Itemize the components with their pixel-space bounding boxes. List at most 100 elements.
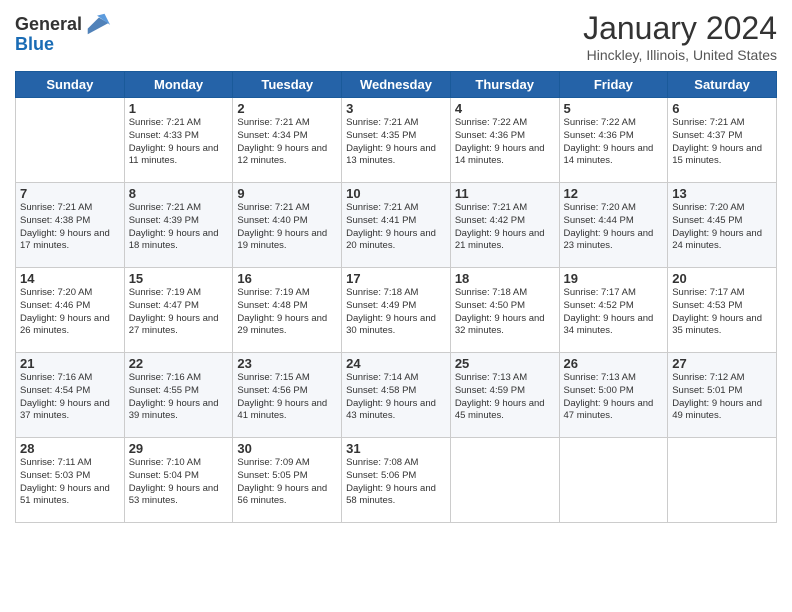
day-header-thursday: Thursday [450, 72, 559, 98]
day-number: 20 [672, 271, 772, 286]
day-number: 14 [20, 271, 120, 286]
calendar-cell: 6Sunrise: 7:21 AMSunset: 4:37 PMDaylight… [668, 98, 777, 183]
calendar-cell: 20Sunrise: 7:17 AMSunset: 4:53 PMDayligh… [668, 268, 777, 353]
cell-info: Sunrise: 7:19 AMSunset: 4:48 PMDaylight:… [237, 287, 337, 338]
cell-info: Sunrise: 7:17 AMSunset: 4:53 PMDaylight:… [672, 287, 772, 338]
cell-info: Sunrise: 7:22 AMSunset: 4:36 PMDaylight:… [455, 117, 555, 168]
logo-general-text: General [15, 14, 82, 35]
calendar-cell: 7Sunrise: 7:21 AMSunset: 4:38 PMDaylight… [16, 183, 125, 268]
day-number: 17 [346, 271, 446, 286]
calendar-cell: 18Sunrise: 7:18 AMSunset: 4:50 PMDayligh… [450, 268, 559, 353]
cell-info: Sunrise: 7:09 AMSunset: 5:05 PMDaylight:… [237, 457, 337, 508]
day-number: 16 [237, 271, 337, 286]
day-number: 27 [672, 356, 772, 371]
calendar-cell: 30Sunrise: 7:09 AMSunset: 5:05 PMDayligh… [233, 438, 342, 523]
cell-info: Sunrise: 7:15 AMSunset: 4:56 PMDaylight:… [237, 372, 337, 423]
day-header-friday: Friday [559, 72, 668, 98]
cell-info: Sunrise: 7:08 AMSunset: 5:06 PMDaylight:… [346, 457, 446, 508]
day-number: 24 [346, 356, 446, 371]
logo: General Blue [15, 10, 112, 55]
day-header-monday: Monday [124, 72, 233, 98]
cell-info: Sunrise: 7:12 AMSunset: 5:01 PMDaylight:… [672, 372, 772, 423]
day-number: 2 [237, 101, 337, 116]
calendar-cell: 4Sunrise: 7:22 AMSunset: 4:36 PMDaylight… [450, 98, 559, 183]
calendar-cell: 5Sunrise: 7:22 AMSunset: 4:36 PMDaylight… [559, 98, 668, 183]
header-row: SundayMondayTuesdayWednesdayThursdayFrid… [16, 72, 777, 98]
day-header-sunday: Sunday [16, 72, 125, 98]
day-number: 25 [455, 356, 555, 371]
calendar-cell [16, 98, 125, 183]
calendar-cell: 13Sunrise: 7:20 AMSunset: 4:45 PMDayligh… [668, 183, 777, 268]
day-number: 19 [564, 271, 664, 286]
calendar-cell: 11Sunrise: 7:21 AMSunset: 4:42 PMDayligh… [450, 183, 559, 268]
calendar-cell: 28Sunrise: 7:11 AMSunset: 5:03 PMDayligh… [16, 438, 125, 523]
cell-info: Sunrise: 7:16 AMSunset: 4:55 PMDaylight:… [129, 372, 229, 423]
day-number: 6 [672, 101, 772, 116]
calendar-cell: 3Sunrise: 7:21 AMSunset: 4:35 PMDaylight… [342, 98, 451, 183]
day-number: 3 [346, 101, 446, 116]
day-number: 21 [20, 356, 120, 371]
month-title: January 2024 [583, 10, 777, 47]
calendar-cell [450, 438, 559, 523]
calendar-cell: 26Sunrise: 7:13 AMSunset: 5:00 PMDayligh… [559, 353, 668, 438]
cell-info: Sunrise: 7:21 AMSunset: 4:42 PMDaylight:… [455, 202, 555, 253]
logo-icon [84, 10, 112, 38]
calendar-cell: 29Sunrise: 7:10 AMSunset: 5:04 PMDayligh… [124, 438, 233, 523]
cell-info: Sunrise: 7:13 AMSunset: 4:59 PMDaylight:… [455, 372, 555, 423]
calendar-cell [559, 438, 668, 523]
calendar-cell: 23Sunrise: 7:15 AMSunset: 4:56 PMDayligh… [233, 353, 342, 438]
calendar-cell: 2Sunrise: 7:21 AMSunset: 4:34 PMDaylight… [233, 98, 342, 183]
day-number: 28 [20, 441, 120, 456]
cell-info: Sunrise: 7:21 AMSunset: 4:40 PMDaylight:… [237, 202, 337, 253]
page-container: General Blue January 2024 Hinckley, Illi… [0, 0, 792, 533]
cell-info: Sunrise: 7:18 AMSunset: 4:49 PMDaylight:… [346, 287, 446, 338]
calendar-cell: 9Sunrise: 7:21 AMSunset: 4:40 PMDaylight… [233, 183, 342, 268]
calendar-cell: 21Sunrise: 7:16 AMSunset: 4:54 PMDayligh… [16, 353, 125, 438]
calendar-cell: 17Sunrise: 7:18 AMSunset: 4:49 PMDayligh… [342, 268, 451, 353]
cell-info: Sunrise: 7:16 AMSunset: 4:54 PMDaylight:… [20, 372, 120, 423]
day-number: 29 [129, 441, 229, 456]
day-number: 5 [564, 101, 664, 116]
calendar-cell: 16Sunrise: 7:19 AMSunset: 4:48 PMDayligh… [233, 268, 342, 353]
cell-info: Sunrise: 7:20 AMSunset: 4:46 PMDaylight:… [20, 287, 120, 338]
week-row-2: 7Sunrise: 7:21 AMSunset: 4:38 PMDaylight… [16, 183, 777, 268]
calendar-cell: 27Sunrise: 7:12 AMSunset: 5:01 PMDayligh… [668, 353, 777, 438]
week-row-1: 1Sunrise: 7:21 AMSunset: 4:33 PMDaylight… [16, 98, 777, 183]
cell-info: Sunrise: 7:17 AMSunset: 4:52 PMDaylight:… [564, 287, 664, 338]
cell-info: Sunrise: 7:21 AMSunset: 4:37 PMDaylight:… [672, 117, 772, 168]
day-number: 22 [129, 356, 229, 371]
day-number: 1 [129, 101, 229, 116]
cell-info: Sunrise: 7:21 AMSunset: 4:35 PMDaylight:… [346, 117, 446, 168]
calendar-table: SundayMondayTuesdayWednesdayThursdayFrid… [15, 71, 777, 523]
day-header-tuesday: Tuesday [233, 72, 342, 98]
title-area: January 2024 Hinckley, Illinois, United … [583, 10, 777, 63]
day-number: 8 [129, 186, 229, 201]
day-number: 9 [237, 186, 337, 201]
cell-info: Sunrise: 7:13 AMSunset: 5:00 PMDaylight:… [564, 372, 664, 423]
calendar-cell: 25Sunrise: 7:13 AMSunset: 4:59 PMDayligh… [450, 353, 559, 438]
calendar-cell: 8Sunrise: 7:21 AMSunset: 4:39 PMDaylight… [124, 183, 233, 268]
cell-info: Sunrise: 7:20 AMSunset: 4:44 PMDaylight:… [564, 202, 664, 253]
calendar-cell: 1Sunrise: 7:21 AMSunset: 4:33 PMDaylight… [124, 98, 233, 183]
day-number: 11 [455, 186, 555, 201]
day-number: 13 [672, 186, 772, 201]
logo-blue-text: Blue [15, 34, 54, 54]
day-number: 12 [564, 186, 664, 201]
calendar-cell: 12Sunrise: 7:20 AMSunset: 4:44 PMDayligh… [559, 183, 668, 268]
day-number: 15 [129, 271, 229, 286]
cell-info: Sunrise: 7:21 AMSunset: 4:34 PMDaylight:… [237, 117, 337, 168]
cell-info: Sunrise: 7:14 AMSunset: 4:58 PMDaylight:… [346, 372, 446, 423]
calendar-cell: 24Sunrise: 7:14 AMSunset: 4:58 PMDayligh… [342, 353, 451, 438]
cell-info: Sunrise: 7:18 AMSunset: 4:50 PMDaylight:… [455, 287, 555, 338]
location: Hinckley, Illinois, United States [583, 47, 777, 63]
cell-info: Sunrise: 7:22 AMSunset: 4:36 PMDaylight:… [564, 117, 664, 168]
week-row-4: 21Sunrise: 7:16 AMSunset: 4:54 PMDayligh… [16, 353, 777, 438]
day-number: 23 [237, 356, 337, 371]
cell-info: Sunrise: 7:11 AMSunset: 5:03 PMDaylight:… [20, 457, 120, 508]
cell-info: Sunrise: 7:21 AMSunset: 4:33 PMDaylight:… [129, 117, 229, 168]
cell-info: Sunrise: 7:10 AMSunset: 5:04 PMDaylight:… [129, 457, 229, 508]
calendar-cell: 22Sunrise: 7:16 AMSunset: 4:55 PMDayligh… [124, 353, 233, 438]
day-number: 18 [455, 271, 555, 286]
calendar-cell: 10Sunrise: 7:21 AMSunset: 4:41 PMDayligh… [342, 183, 451, 268]
header: General Blue January 2024 Hinckley, Illi… [15, 10, 777, 63]
